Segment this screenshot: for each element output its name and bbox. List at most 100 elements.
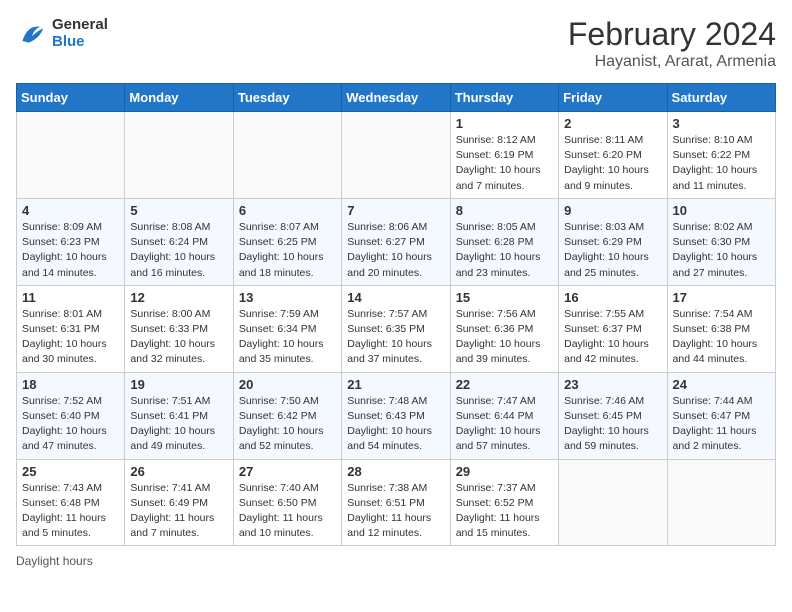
col-header-thursday: Thursday	[450, 84, 558, 112]
day-number: 27	[239, 464, 336, 479]
day-info: Sunrise: 8:01 AM Sunset: 6:31 PM Dayligh…	[22, 307, 119, 368]
day-number: 29	[456, 464, 553, 479]
title-block: February 2024 Hayanist, Ararat, Armenia	[568, 16, 776, 71]
calendar-cell: 4 Sunrise: 8:09 AM Sunset: 6:23 PM Daylig…	[17, 198, 125, 285]
day-info: Sunrise: 8:12 AM Sunset: 6:19 PM Dayligh…	[456, 133, 553, 194]
calendar-cell: 16 Sunrise: 7:55 AM Sunset: 6:37 PM Dayli…	[559, 285, 667, 372]
day-info: Sunrise: 7:38 AM Sunset: 6:51 PM Dayligh…	[347, 481, 444, 542]
header-row: SundayMondayTuesdayWednesdayThursdayFrid…	[17, 84, 776, 112]
calendar-cell: 7Sunrise: 8:06 AM Sunset: 6:27 PM Daylig…	[342, 198, 450, 285]
day-info: Sunrise: 7:43 AM Sunset: 6:48 PM Dayligh…	[22, 481, 119, 542]
day-number: 3	[673, 116, 770, 131]
day-info: Sunrise: 7:51 AM Sunset: 6:41 PM Dayligh…	[130, 394, 227, 455]
day-info: Sunrise: 7:46 AM Sunset: 6:45 PM Dayligh…	[564, 394, 661, 455]
calendar-cell: 24 Sunrise: 7:44 AM Sunset: 6:47 PM Dayli…	[667, 372, 775, 459]
calendar-cell: 3Sunrise: 8:10 AM Sunset: 6:22 PM Daylig…	[667, 112, 775, 199]
day-number: 17	[673, 290, 770, 305]
day-info: Sunrise: 7:50 AM Sunset: 6:42 PM Dayligh…	[239, 394, 336, 455]
footer: Daylight hours	[16, 554, 776, 568]
calendar-cell: 27 Sunrise: 7:40 AM Sunset: 6:50 PM Dayli…	[233, 459, 341, 546]
calendar-cell: 28 Sunrise: 7:38 AM Sunset: 6:51 PM Dayli…	[342, 459, 450, 546]
day-number: 19	[130, 377, 227, 392]
calendar-cell	[125, 112, 233, 199]
col-header-wednesday: Wednesday	[342, 84, 450, 112]
day-info: Sunrise: 7:40 AM Sunset: 6:50 PM Dayligh…	[239, 481, 336, 542]
day-number: 14	[347, 290, 444, 305]
day-number: 28	[347, 464, 444, 479]
day-number: 25	[22, 464, 119, 479]
day-number: 21	[347, 377, 444, 392]
day-info: Sunrise: 8:09 AM Sunset: 6:23 PM Dayligh…	[22, 220, 119, 281]
day-info: Sunrise: 7:55 AM Sunset: 6:37 PM Dayligh…	[564, 307, 661, 368]
calendar-table: SundayMondayTuesdayWednesdayThursdayFrid…	[16, 83, 776, 546]
calendar-cell: 26 Sunrise: 7:41 AM Sunset: 6:49 PM Dayli…	[125, 459, 233, 546]
col-header-friday: Friday	[559, 84, 667, 112]
day-info: Sunrise: 7:57 AM Sunset: 6:35 PM Dayligh…	[347, 307, 444, 368]
calendar-cell: 8Sunrise: 8:05 AM Sunset: 6:28 PM Daylig…	[450, 198, 558, 285]
calendar-cell: 15Sunrise: 7:56 AM Sunset: 6:36 PM Dayli…	[450, 285, 558, 372]
day-number: 6	[239, 203, 336, 218]
calendar-cell: 25 Sunrise: 7:43 AM Sunset: 6:48 PM Dayli…	[17, 459, 125, 546]
calendar-cell: 12 Sunrise: 8:00 AM Sunset: 6:33 PM Dayli…	[125, 285, 233, 372]
calendar-cell	[667, 459, 775, 546]
calendar-cell: 29 Sunrise: 7:37 AM Sunset: 6:52 PM Dayli…	[450, 459, 558, 546]
calendar-cell: 14 Sunrise: 7:57 AM Sunset: 6:35 PM Dayli…	[342, 285, 450, 372]
calendar-cell: 2 Sunrise: 8:11 AM Sunset: 6:20 PM Daylig…	[559, 112, 667, 199]
day-info: Sunrise: 7:44 AM Sunset: 6:47 PM Dayligh…	[673, 394, 770, 455]
day-info: Sunrise: 7:59 AM Sunset: 6:34 PM Dayligh…	[239, 307, 336, 368]
calendar-cell: 23 Sunrise: 7:46 AM Sunset: 6:45 PM Dayli…	[559, 372, 667, 459]
day-number: 15	[456, 290, 553, 305]
day-info: Sunrise: 7:54 AM Sunset: 6:38 PM Dayligh…	[673, 307, 770, 368]
day-number: 13	[239, 290, 336, 305]
day-info: Sunrise: 8:00 AM Sunset: 6:33 PM Dayligh…	[130, 307, 227, 368]
calendar-cell: 19 Sunrise: 7:51 AM Sunset: 6:41 PM Dayli…	[125, 372, 233, 459]
day-info: Sunrise: 7:41 AM Sunset: 6:49 PM Dayligh…	[130, 481, 227, 542]
week-row-2: 4 Sunrise: 8:09 AM Sunset: 6:23 PM Daylig…	[17, 198, 776, 285]
calendar-cell: 21 Sunrise: 7:48 AM Sunset: 6:43 PM Dayli…	[342, 372, 450, 459]
calendar-cell: 1 Sunrise: 8:12 AM Sunset: 6:19 PM Daylig…	[450, 112, 558, 199]
calendar-cell: 9 Sunrise: 8:03 AM Sunset: 6:29 PM Daylig…	[559, 198, 667, 285]
logo-text: General Blue	[52, 16, 108, 50]
calendar-cell: 11 Sunrise: 8:01 AM Sunset: 6:31 PM Dayli…	[17, 285, 125, 372]
day-number: 26	[130, 464, 227, 479]
calendar-cell	[559, 459, 667, 546]
day-number: 20	[239, 377, 336, 392]
day-info: Sunrise: 7:37 AM Sunset: 6:52 PM Dayligh…	[456, 481, 553, 542]
calendar-cell: 6Sunrise: 8:07 AM Sunset: 6:25 PM Daylig…	[233, 198, 341, 285]
day-info: Sunrise: 7:52 AM Sunset: 6:40 PM Dayligh…	[22, 394, 119, 455]
calendar-cell: 10 Sunrise: 8:02 AM Sunset: 6:30 PM Dayli…	[667, 198, 775, 285]
day-number: 22	[456, 377, 553, 392]
day-number: 16	[564, 290, 661, 305]
day-info: Sunrise: 8:11 AM Sunset: 6:20 PM Dayligh…	[564, 133, 661, 194]
col-header-saturday: Saturday	[667, 84, 775, 112]
week-row-1: 1 Sunrise: 8:12 AM Sunset: 6:19 PM Daylig…	[17, 112, 776, 199]
day-info: Sunrise: 7:48 AM Sunset: 6:43 PM Dayligh…	[347, 394, 444, 455]
day-number: 5	[130, 203, 227, 218]
logo-icon	[16, 17, 48, 49]
daylight-label: Daylight hours	[16, 554, 93, 568]
calendar-cell: 13 Sunrise: 7:59 AM Sunset: 6:34 PM Dayli…	[233, 285, 341, 372]
day-number: 12	[130, 290, 227, 305]
calendar-location: Hayanist, Ararat, Armenia	[568, 53, 776, 71]
day-number: 10	[673, 203, 770, 218]
day-number: 4	[22, 203, 119, 218]
day-number: 1	[456, 116, 553, 131]
day-number: 2	[564, 116, 661, 131]
page-header: General Blue February 2024 Hayanist, Ara…	[16, 16, 776, 71]
day-number: 7	[347, 203, 444, 218]
week-row-3: 11 Sunrise: 8:01 AM Sunset: 6:31 PM Dayli…	[17, 285, 776, 372]
day-info: Sunrise: 8:02 AM Sunset: 6:30 PM Dayligh…	[673, 220, 770, 281]
calendar-cell: 17 Sunrise: 7:54 AM Sunset: 6:38 PM Dayli…	[667, 285, 775, 372]
calendar-cell: 22 Sunrise: 7:47 AM Sunset: 6:44 PM Dayli…	[450, 372, 558, 459]
calendar-cell: 5 Sunrise: 8:08 AM Sunset: 6:24 PM Daylig…	[125, 198, 233, 285]
calendar-cell: 18 Sunrise: 7:52 AM Sunset: 6:40 PM Dayli…	[17, 372, 125, 459]
col-header-monday: Monday	[125, 84, 233, 112]
day-number: 11	[22, 290, 119, 305]
day-number: 18	[22, 377, 119, 392]
day-number: 9	[564, 203, 661, 218]
day-info: Sunrise: 7:47 AM Sunset: 6:44 PM Dayligh…	[456, 394, 553, 455]
day-info: Sunrise: 8:08 AM Sunset: 6:24 PM Dayligh…	[130, 220, 227, 281]
day-info: Sunrise: 8:03 AM Sunset: 6:29 PM Dayligh…	[564, 220, 661, 281]
day-number: 23	[564, 377, 661, 392]
day-number: 24	[673, 377, 770, 392]
